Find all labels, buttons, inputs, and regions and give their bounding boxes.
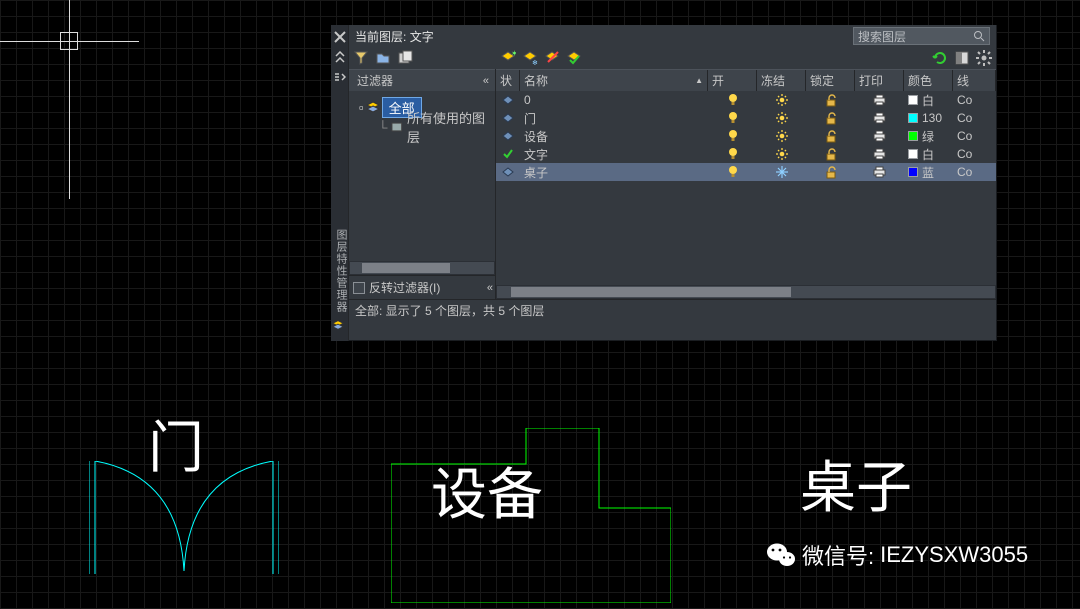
freeze-cell[interactable]: [757, 130, 806, 142]
lock-cell[interactable]: [806, 130, 855, 143]
panel-titlebar: 图层特性管理器: [331, 25, 349, 341]
print-cell[interactable]: [855, 112, 904, 124]
desk-label: 桌子: [800, 443, 912, 524]
layer-row[interactable]: 桌子 蓝Co: [496, 163, 996, 181]
new-filter-icon[interactable]: [353, 50, 369, 66]
search-icon: [973, 30, 985, 42]
layer-properties-panel: 图层特性管理器 当前图层: 文字 搜索图层 ✶ ❄: [331, 25, 997, 341]
settings-icon[interactable]: [976, 50, 992, 66]
freeze-cell[interactable]: [757, 94, 806, 106]
wechat-watermark: 微信号: IEZYSXW3055: [766, 539, 1028, 571]
status-cell: [496, 112, 520, 124]
layer-states-icon[interactable]: [397, 50, 413, 66]
linetype-cell[interactable]: Co: [953, 165, 996, 179]
new-layer-icon[interactable]: ✶: [500, 50, 516, 66]
color-cell[interactable]: 蓝: [904, 164, 953, 181]
door-label: 门: [148, 403, 204, 484]
layers-stack-icon: [366, 100, 380, 114]
name-cell[interactable]: 0: [520, 93, 708, 107]
sort-asc-icon: ▲: [695, 76, 703, 85]
svg-text:❄: ❄: [532, 59, 538, 66]
menu-icon[interactable]: [334, 71, 346, 83]
color-cell[interactable]: 白: [904, 146, 953, 163]
color-cell[interactable]: 绿: [904, 128, 953, 145]
col-print[interactable]: 打印: [855, 70, 904, 91]
freeze-cell[interactable]: [757, 148, 806, 160]
on-cell[interactable]: [708, 93, 757, 107]
wechat-icon: [766, 541, 796, 569]
set-current-icon[interactable]: [566, 50, 582, 66]
col-freeze[interactable]: 冻结: [757, 70, 806, 91]
refresh-icon[interactable]: [932, 50, 948, 66]
layer-columns-header: 状 名称▲ 开 冻结 锁定 打印 颜色 线: [496, 69, 996, 91]
name-cell[interactable]: 文字: [520, 146, 708, 163]
current-layer-label: 当前图层: 文字: [355, 28, 434, 45]
col-lock[interactable]: 锁定: [806, 70, 855, 91]
invert-checkbox[interactable]: [353, 282, 365, 294]
status-bar: 全部: 显示了 5 个图层，共 5 个图层: [349, 299, 996, 321]
search-input[interactable]: 搜索图层: [853, 27, 990, 45]
layer-scrollbar[interactable]: [496, 285, 996, 299]
expand-icon[interactable]: [334, 51, 346, 63]
layers-stack-icon: [332, 319, 344, 331]
svg-text:✶: ✶: [511, 50, 516, 58]
freeze-cell[interactable]: [757, 166, 806, 178]
toggle-icon[interactable]: [954, 50, 970, 66]
layer-row[interactable]: 设备 绿Co: [496, 127, 996, 145]
on-cell[interactable]: [708, 129, 757, 143]
layer-row[interactable]: 门 130Co: [496, 109, 996, 127]
filter-scrollbar[interactable]: [349, 261, 495, 275]
print-cell[interactable]: [855, 130, 904, 142]
layer-toolbar: ✶ ❄: [496, 47, 996, 69]
print-cell[interactable]: [855, 148, 904, 160]
filter-header[interactable]: 过滤器 «: [349, 69, 495, 91]
status-cell: [496, 94, 520, 106]
linetype-cell[interactable]: Co: [953, 93, 996, 107]
print-cell[interactable]: [855, 166, 904, 178]
collapse-icon: «: [487, 282, 491, 294]
delete-layer-icon[interactable]: [544, 50, 560, 66]
close-icon[interactable]: [334, 31, 346, 43]
col-color[interactable]: 颜色: [904, 70, 953, 91]
linetype-cell[interactable]: Co: [953, 147, 996, 161]
lock-cell[interactable]: [806, 166, 855, 179]
filter-icon: [391, 121, 403, 133]
color-cell[interactable]: 130: [904, 111, 953, 125]
equipment-label: 设备: [431, 450, 543, 531]
collapse-icon: «: [483, 75, 487, 87]
filter-toolbar: [349, 47, 496, 69]
col-linetype[interactable]: 线: [953, 70, 996, 91]
panel-header: 当前图层: 文字 搜索图层: [349, 25, 996, 47]
status-cell: [496, 148, 520, 160]
linetype-cell[interactable]: Co: [953, 129, 996, 143]
freeze-cell[interactable]: [757, 112, 806, 124]
filter-tree-used[interactable]: └ 所有使用的图层: [349, 117, 495, 137]
color-cell[interactable]: 白: [904, 92, 953, 109]
status-cell: [496, 166, 520, 178]
name-cell[interactable]: 设备: [520, 128, 708, 145]
on-cell[interactable]: [708, 165, 757, 179]
col-name[interactable]: 名称▲: [520, 70, 708, 91]
name-cell[interactable]: 门: [520, 110, 708, 127]
new-group-icon[interactable]: [375, 50, 391, 66]
name-cell[interactable]: 桌子: [520, 164, 708, 181]
invert-filter[interactable]: 反转过滤器(I) «: [349, 275, 495, 299]
layer-row[interactable]: 文字 白Co: [496, 145, 996, 163]
lock-cell[interactable]: [806, 112, 855, 125]
linetype-cell[interactable]: Co: [953, 111, 996, 125]
layer-list-pane: 状 名称▲ 开 冻结 锁定 打印 颜色 线 0白Co门130Co设备绿Co文字白…: [496, 69, 996, 299]
lock-cell[interactable]: [806, 94, 855, 107]
on-cell[interactable]: [708, 111, 757, 125]
col-status[interactable]: 状: [496, 70, 520, 91]
lock-cell[interactable]: [806, 148, 855, 161]
panel-title: 图层特性管理器: [333, 229, 349, 313]
print-cell[interactable]: [855, 94, 904, 106]
filter-pane: 过滤器 « ▫ 全部 └ 所有使用的图层: [349, 69, 496, 299]
layer-row[interactable]: 0 白Co: [496, 91, 996, 109]
on-cell[interactable]: [708, 147, 757, 161]
col-on[interactable]: 开: [708, 70, 757, 91]
status-cell: [496, 130, 520, 142]
new-layer-freeze-icon[interactable]: ❄: [522, 50, 538, 66]
